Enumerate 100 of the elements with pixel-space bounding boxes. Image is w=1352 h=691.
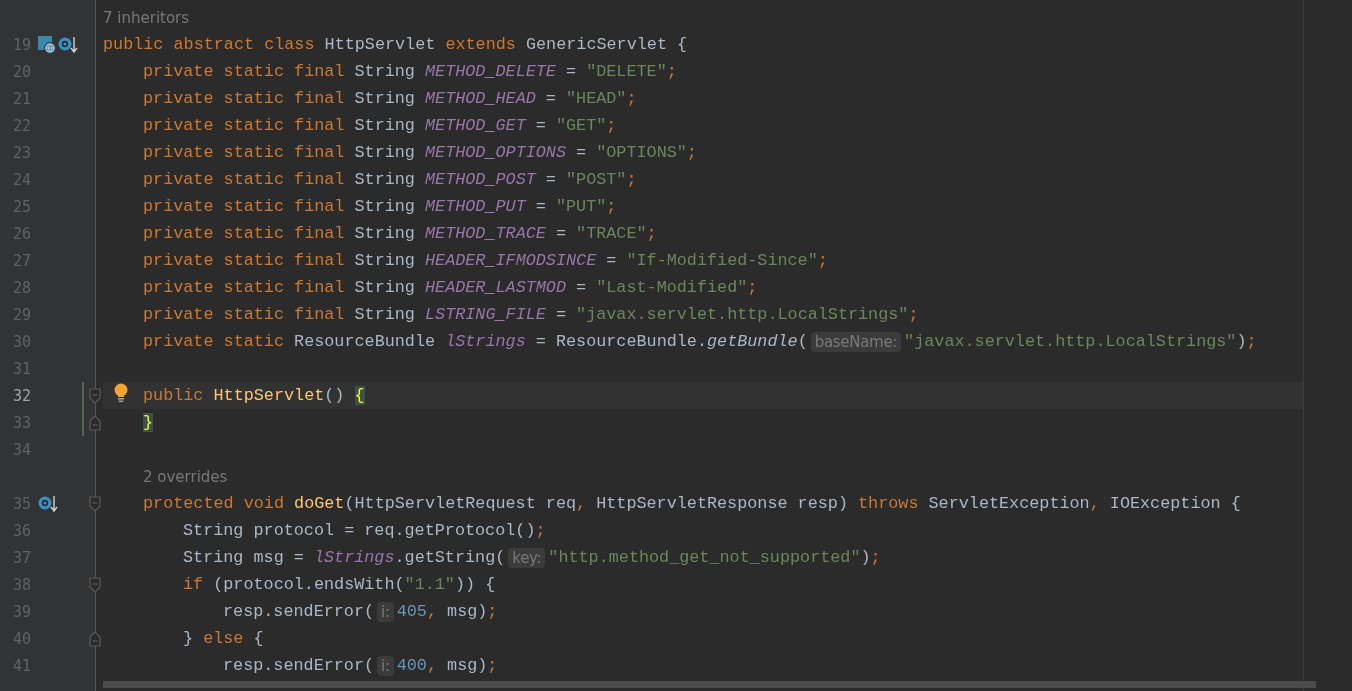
method-name: doGet xyxy=(294,494,345,513)
code-text: = xyxy=(554,224,567,243)
string-literal: "PUT" xyxy=(555,197,607,216)
code-text: = xyxy=(544,89,557,108)
keyword: ; xyxy=(626,89,637,108)
parameter-hint: i: xyxy=(377,655,394,676)
keyword: ; xyxy=(535,521,546,540)
keyword: private static final xyxy=(143,62,345,81)
keyword: , xyxy=(426,656,437,675)
code-text: String xyxy=(353,251,416,270)
fold-marker-icon[interactable] xyxy=(89,495,101,512)
field-name: HEADER_IFMODSINCE xyxy=(425,251,597,270)
fold-marker-icon[interactable] xyxy=(89,414,101,431)
keyword: private static xyxy=(143,332,284,351)
code-text: = xyxy=(554,305,567,324)
lightbulb-icon[interactable] xyxy=(113,383,129,403)
code-text: = xyxy=(575,278,588,297)
string-literal: "OPTIONS" xyxy=(596,143,687,162)
code-text: } xyxy=(183,629,195,648)
brace: { xyxy=(354,386,365,405)
keyword: public xyxy=(143,386,205,405)
keyword: private static final xyxy=(143,170,345,189)
fold-marker-icon[interactable] xyxy=(89,387,101,404)
keyword: , xyxy=(576,494,587,513)
overridden-icon[interactable] xyxy=(38,494,58,513)
keyword: ; xyxy=(666,62,677,81)
code-text: )) { xyxy=(454,575,496,594)
keyword: protected void xyxy=(143,494,285,513)
string-literal: "Last-Modified" xyxy=(596,278,748,297)
code-lens-text[interactable]: 2 overrides xyxy=(143,467,228,486)
code-text: String xyxy=(353,305,416,324)
keyword: ; xyxy=(626,170,637,189)
horizontal-scrollbar[interactable] xyxy=(103,681,1316,688)
keyword: ; xyxy=(686,143,697,162)
code-text: String xyxy=(353,197,416,216)
code-text: = xyxy=(534,197,547,216)
brace: } xyxy=(143,413,154,432)
field-name: LSTRING_FILE xyxy=(425,305,546,324)
code-text: .getString( xyxy=(394,548,506,567)
method-name: HttpServlet xyxy=(213,386,325,405)
fold-marker-icon[interactable] xyxy=(89,630,101,647)
code-text: = xyxy=(575,143,588,162)
line-number: 32 xyxy=(11,386,32,405)
keyword: private static final xyxy=(143,251,345,270)
string-literal: "javax.servlet.http.LocalStrings" xyxy=(904,332,1237,351)
code-text: ( xyxy=(797,332,808,351)
keyword: private static final xyxy=(143,116,345,135)
string-literal: "TRACE" xyxy=(576,224,647,243)
code-text: HttpServlet xyxy=(323,35,437,54)
keyword: ; xyxy=(1246,332,1257,351)
field-name: METHOD_DELETE xyxy=(425,62,556,81)
code-text: String xyxy=(353,224,416,243)
fold-marker-icon[interactable] xyxy=(89,576,101,593)
code-text: (HttpServletRequest req xyxy=(344,494,577,513)
code-text: ) xyxy=(860,548,871,567)
keyword: ; xyxy=(870,548,881,567)
code-text: String xyxy=(353,116,416,135)
parameter-hint: i: xyxy=(377,601,394,622)
string-literal: "GET" xyxy=(555,116,607,135)
keyword: private static final xyxy=(143,305,345,324)
code-text: ) xyxy=(1236,332,1247,351)
field-name: METHOD_OPTIONS xyxy=(425,143,566,162)
field-name: lStrings xyxy=(445,332,526,351)
keyword: private static final xyxy=(143,224,345,243)
field-name: METHOD_PUT xyxy=(425,197,526,216)
keyword: , xyxy=(426,602,437,621)
number-literal: 405 xyxy=(396,602,427,621)
string-literal: "POST" xyxy=(566,170,627,189)
code-text: = ResourceBundle. xyxy=(534,332,707,351)
keyword: throws xyxy=(858,494,919,513)
keyword: ; xyxy=(606,197,617,216)
keyword: , xyxy=(1089,494,1100,513)
string-literal: "DELETE" xyxy=(586,62,667,81)
parameter-hint: baseName: xyxy=(810,331,902,352)
code-text: = xyxy=(544,170,557,189)
parameter-hint: key: xyxy=(508,547,546,568)
field-name: METHOD_HEAD xyxy=(425,89,536,108)
code-text: String xyxy=(353,89,416,108)
string-literal: "javax.servlet.http.LocalStrings" xyxy=(576,305,909,324)
class-icon[interactable] xyxy=(38,35,56,54)
code-text: () xyxy=(324,386,346,405)
code-text: = xyxy=(565,62,578,81)
overridden-icon[interactable] xyxy=(58,35,78,54)
keyword: extends xyxy=(445,35,516,54)
field-name: HEADER_LASTMOD xyxy=(425,278,566,297)
string-literal: "1.1" xyxy=(404,575,455,594)
keyword: ; xyxy=(646,224,657,243)
code-lens-text[interactable]: 7 inheritors xyxy=(103,8,190,27)
keyword: private static final xyxy=(143,197,345,216)
string-literal: "HEAD" xyxy=(566,89,627,108)
keyword: if xyxy=(183,575,204,594)
keyword: ; xyxy=(487,656,498,675)
keyword: private static final xyxy=(143,89,345,108)
code-text: resp.sendError( xyxy=(223,656,375,675)
code-text: msg) xyxy=(446,656,488,675)
code-text: = xyxy=(605,251,618,270)
code-text: String msg = xyxy=(183,548,305,567)
method-call: getBundle xyxy=(707,332,798,351)
string-literal: "If-Modified-Since" xyxy=(626,251,818,270)
code-text: ResourceBundle xyxy=(293,332,437,351)
